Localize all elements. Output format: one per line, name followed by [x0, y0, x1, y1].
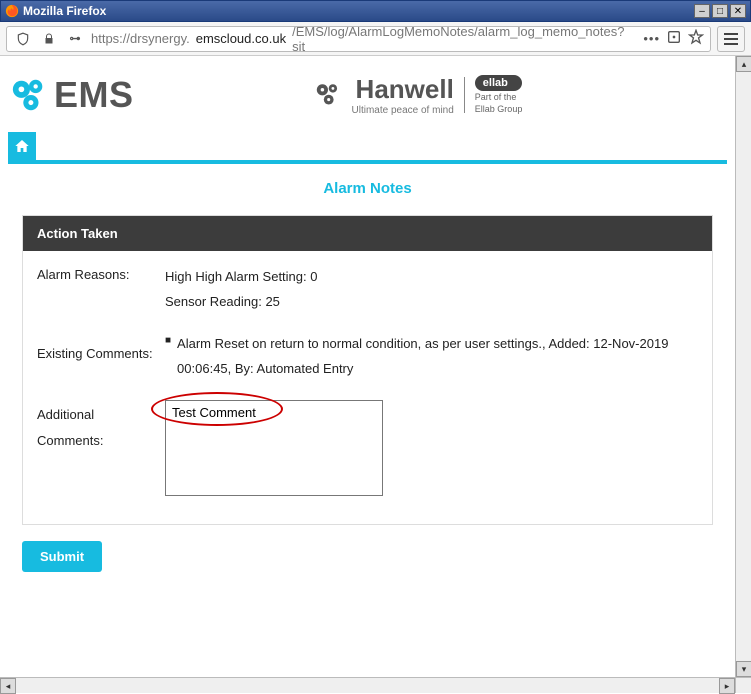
ellab-badge: ellab: [475, 75, 523, 91]
page-viewport: EMS Hanwell Ultimate peace of mind ellab…: [0, 56, 735, 677]
hanwell-tagline: Ultimate peace of mind: [352, 105, 454, 116]
brand-header: EMS Hanwell Ultimate peace of mind ellab…: [8, 66, 727, 132]
url-path: /EMS/log/AlarmLogMemoNotes/alarm_log_mem…: [292, 26, 637, 52]
ems-logo-text: EMS: [54, 74, 134, 116]
hanwell-logo: Hanwell Ultimate peace of mind ellab Par…: [314, 74, 523, 116]
lock-icon: [39, 29, 59, 49]
existing-comment-text: Alarm Reset on return to normal conditio…: [177, 332, 698, 381]
ellab-sub2: Ellab Group: [475, 105, 523, 115]
page-title: Alarm Notes: [8, 164, 727, 215]
ellab-sub1: Part of the: [475, 93, 523, 103]
additional-comments-row: Additional Comments:: [37, 400, 698, 505]
window-minimize-button[interactable]: –: [694, 4, 710, 18]
browser-toolbar: ⊶ https://drsynergy. emscloud.co.uk/EMS/l…: [0, 22, 751, 56]
existing-comments-label: Existing Comments:: [37, 332, 165, 361]
vertical-scrollbar[interactable]: ▴ ▾: [735, 56, 751, 677]
more-icon[interactable]: •••: [643, 31, 660, 46]
additional-label-1: Additional: [37, 402, 165, 428]
alarm-reason-line1: High High Alarm Setting: 0: [165, 265, 698, 290]
reader-icon[interactable]: [666, 29, 682, 48]
alarm-reason-line2: Sensor Reading: 25: [165, 290, 698, 315]
firefox-icon: [5, 4, 19, 18]
ems-logo-icon: [10, 76, 48, 114]
hanwell-name: Hanwell: [356, 74, 454, 105]
window-title: Mozilla Firefox: [23, 4, 694, 18]
hanwell-icon: [314, 80, 342, 111]
bullet-icon: ■: [165, 332, 171, 349]
url-prefix: https://drsynergy.: [91, 31, 190, 46]
home-button[interactable]: [8, 132, 36, 160]
scroll-down-button[interactable]: ▾: [736, 661, 751, 677]
additional-label-2: Comments:: [37, 428, 165, 454]
brand-divider: [464, 77, 465, 113]
scroll-right-button[interactable]: ▸: [719, 678, 735, 694]
shield-icon: [13, 29, 33, 49]
action-taken-panel: Action Taken Alarm Reasons: High High Al…: [22, 215, 713, 525]
scrollbar-corner: [735, 677, 751, 693]
alarm-reasons-label: Alarm Reasons:: [37, 265, 165, 282]
scroll-up-button[interactable]: ▴: [736, 56, 751, 72]
url-bar[interactable]: ⊶ https://drsynergy. emscloud.co.uk/EMS/l…: [6, 26, 711, 52]
permissions-icon: ⊶: [65, 29, 85, 49]
panel-heading: Action Taken: [23, 216, 712, 251]
url-host: emscloud.co.uk: [196, 31, 286, 46]
window-maximize-button[interactable]: □: [712, 4, 728, 18]
window-close-button[interactable]: ✕: [730, 4, 746, 18]
horizontal-scrollbar[interactable]: ◂ ▸: [0, 677, 735, 693]
alarm-reasons-row: Alarm Reasons: High High Alarm Setting: …: [37, 265, 698, 314]
window-titlebar: Mozilla Firefox – □ ✕: [0, 0, 751, 22]
bookmark-star-icon[interactable]: [688, 29, 704, 48]
existing-comments-row: Existing Comments: ■ Alarm Reset on retu…: [37, 332, 698, 381]
menu-button[interactable]: [717, 26, 745, 52]
additional-comments-input[interactable]: [165, 400, 383, 496]
submit-button[interactable]: Submit: [22, 541, 102, 572]
ems-logo: EMS: [10, 74, 134, 116]
scroll-left-button[interactable]: ◂: [0, 678, 16, 694]
